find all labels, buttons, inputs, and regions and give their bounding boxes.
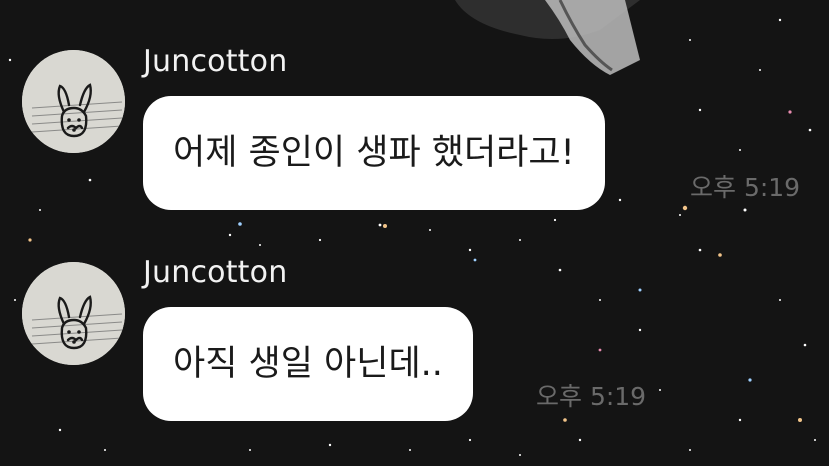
bunny-sketch-avatar-icon <box>22 50 125 153</box>
avatar[interactable] <box>22 262 125 365</box>
message-timestamp: 오후 5:19 <box>690 173 801 202</box>
avatar[interactable] <box>22 50 125 153</box>
message-bubble[interactable]: 아직 생일 아닌데.. <box>143 307 473 421</box>
bunny-sketch-avatar-icon <box>22 262 125 365</box>
sender-name: Juncotton <box>143 44 288 79</box>
message-timestamp: 오후 5:19 <box>536 382 647 411</box>
message-bubble[interactable]: 어제 종인이 생파 했더라고! <box>143 96 605 210</box>
sender-name: Juncotton <box>143 255 288 290</box>
